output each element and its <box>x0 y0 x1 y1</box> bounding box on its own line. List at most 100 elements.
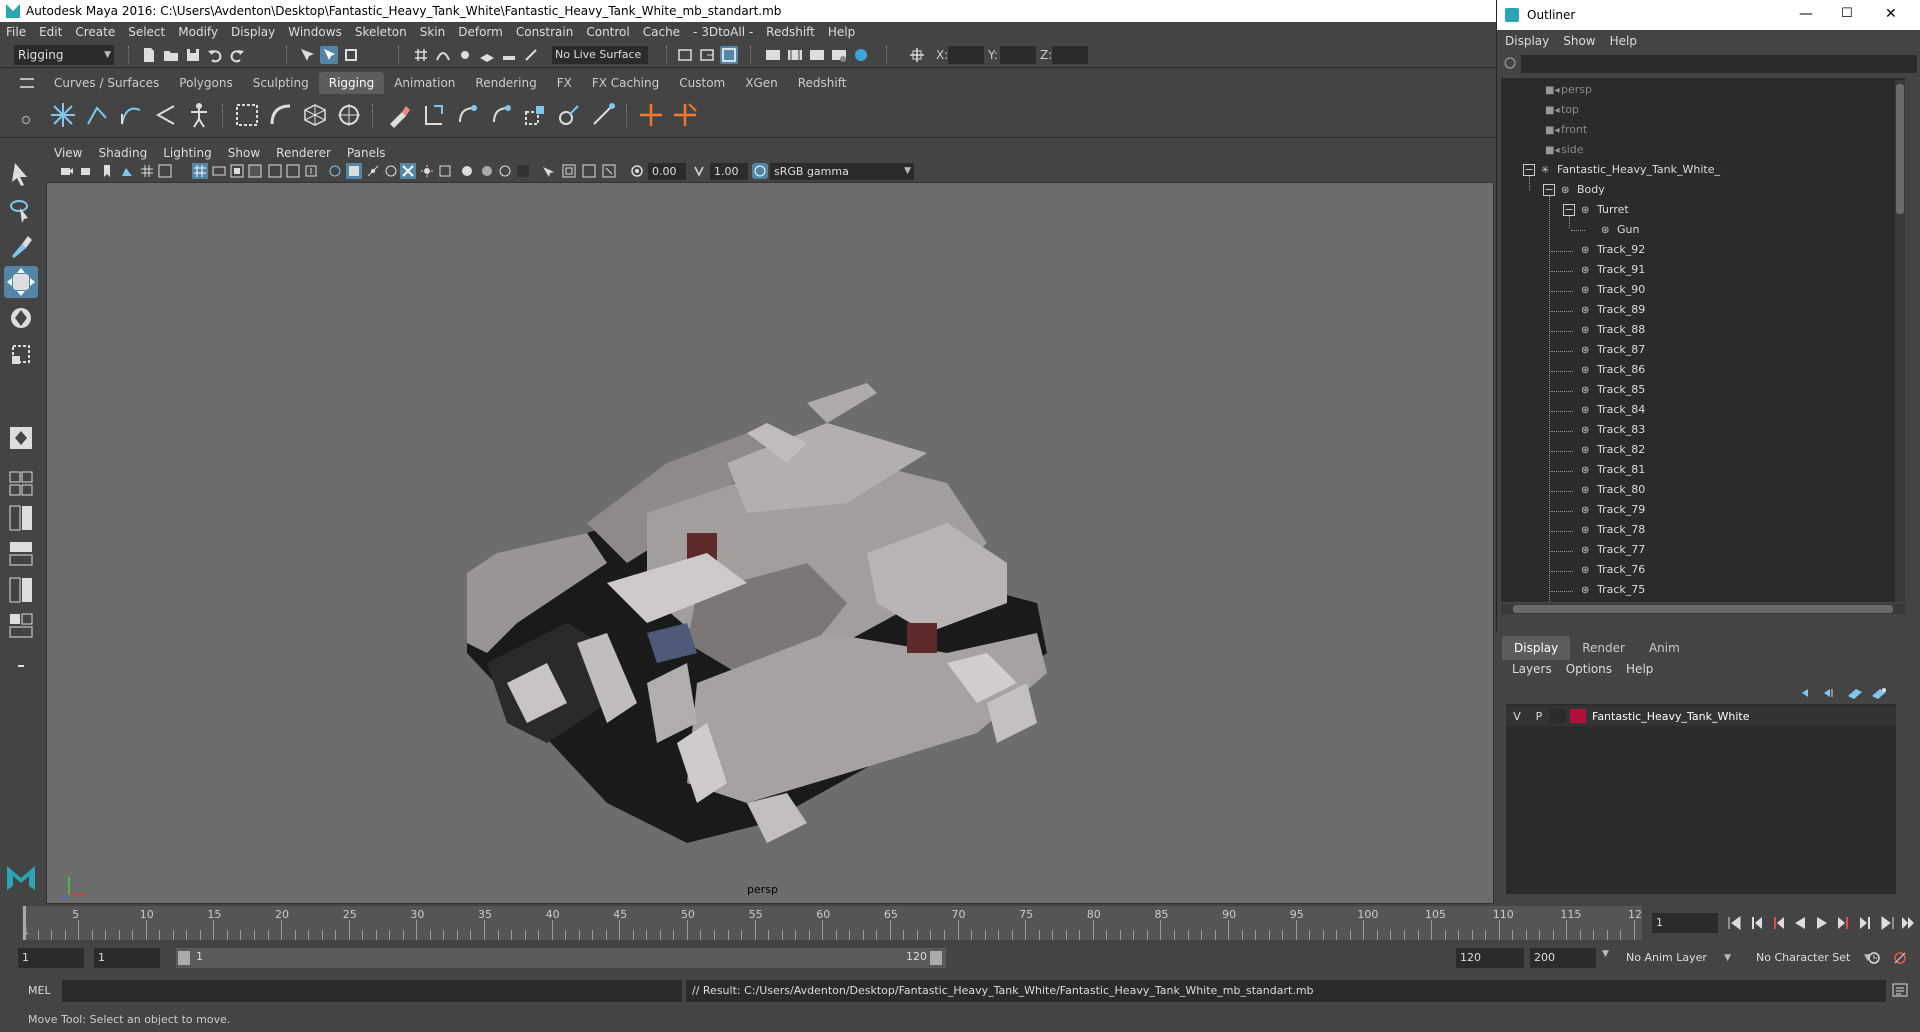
anti-alias-icon[interactable] <box>480 164 494 178</box>
outliner-node-track[interactable]: ⊛ Track_90 <box>1581 280 1645 300</box>
paint-select-tool-icon[interactable] <box>4 230 38 262</box>
camera-lock-icon[interactable] <box>80 164 94 178</box>
panel-menu-renderer[interactable]: Renderer <box>276 146 331 160</box>
undo-icon[interactable] <box>206 46 224 64</box>
lasso-tool-icon[interactable] <box>4 194 38 226</box>
smooth-shade-icon[interactable] <box>212 164 226 178</box>
joint-tool-icon[interactable] <box>48 100 78 130</box>
step-back-frame-icon[interactable] <box>1770 915 1786 931</box>
command-input[interactable] <box>62 980 682 1002</box>
menu-file[interactable]: File <box>6 25 26 39</box>
panel-menu-show[interactable]: Show <box>228 146 260 160</box>
shelf-menu-icon[interactable] <box>20 78 34 88</box>
outliner-filter-icon[interactable] <box>1503 56 1517 70</box>
snap-curve-icon[interactable] <box>434 46 452 64</box>
toolbox-more-icon[interactable] <box>4 650 38 674</box>
panel-menu-panels[interactable]: Panels <box>347 146 386 160</box>
open-scene-icon[interactable] <box>162 46 180 64</box>
move-tool-icon[interactable] <box>4 266 38 298</box>
render-view-icon[interactable] <box>764 46 782 64</box>
expand-body-toggle[interactable]: − <box>1543 184 1555 196</box>
shelf-tab-rendering[interactable]: Rendering <box>465 72 546 94</box>
ik-handle-icon[interactable] <box>82 100 112 130</box>
snap-grid-icon[interactable] <box>412 46 430 64</box>
layer-tab-render[interactable]: Render <box>1570 636 1637 660</box>
layer-row[interactable]: V P Fantastic_Heavy_Tank_White <box>1506 706 1896 726</box>
outliner-node-body[interactable]: ⊛ Body <box>1561 180 1605 200</box>
step-forward-key-icon[interactable] <box>1858 915 1874 931</box>
bind-skin-icon[interactable] <box>232 100 262 130</box>
snap-surface-icon[interactable] <box>500 46 518 64</box>
new-layer-icon[interactable] <box>1846 686 1864 700</box>
xray-icon[interactable] <box>346 163 362 179</box>
menu-edit[interactable]: Edit <box>39 25 62 39</box>
select-component-icon[interactable] <box>342 46 360 64</box>
anim-layer-chevron-icon[interactable]: ▼ <box>1602 949 1609 959</box>
outliner-node-root[interactable]: ✳ Fantastic_Heavy_Tank_White_ <box>1541 160 1720 180</box>
humanik-icon[interactable] <box>184 100 214 130</box>
menu-modify[interactable]: Modify <box>178 25 218 39</box>
go-to-start-icon[interactable] <box>1726 915 1742 931</box>
layer-menu-options[interactable]: Options <box>1566 662 1612 676</box>
shelf-tab-xgen[interactable]: XGen <box>735 72 788 94</box>
move-layer-down-icon[interactable] <box>1820 686 1836 700</box>
outliner-node-track[interactable]: ⊛ Track_84 <box>1581 400 1645 420</box>
current-frame-field[interactable]: 1 <box>1652 913 1718 933</box>
lights-icon[interactable] <box>268 164 282 178</box>
shadows-icon[interactable] <box>286 164 300 178</box>
save-scene-icon[interactable] <box>184 46 202 64</box>
range-slider-right-handle[interactable] <box>930 951 942 965</box>
layer-color-swatch[interactable] <box>1570 709 1586 723</box>
expand-turret-toggle[interactable]: − <box>1563 204 1575 216</box>
outliner-camera-side[interactable]: ■◂ side <box>1545 140 1584 160</box>
bookmark-icon[interactable] <box>100 164 114 178</box>
outliner-node-track[interactable]: ⊛ Track_80 <box>1581 480 1645 500</box>
safe-frame-icon[interactable] <box>562 164 576 178</box>
isolate-select-icon[interactable] <box>328 164 342 178</box>
layer-tab-anim[interactable]: Anim <box>1637 636 1692 660</box>
menu-help[interactable]: Help <box>828 25 855 39</box>
move-layer-up-icon[interactable] <box>1798 686 1814 700</box>
snap-plane-icon[interactable] <box>478 46 496 64</box>
paint-weights-icon[interactable] <box>384 100 414 130</box>
depth-of-field-icon[interactable] <box>438 164 452 178</box>
outliner-node-track[interactable]: ⊛ Track_81 <box>1581 460 1645 480</box>
layer-menu-layers[interactable]: Layers <box>1512 662 1552 676</box>
construction-history-icon[interactable] <box>720 46 738 64</box>
layout-single-icon[interactable] <box>4 422 38 454</box>
shelf-tab-fx[interactable]: FX <box>547 72 582 94</box>
scale-tool-icon[interactable] <box>4 338 38 370</box>
go-to-end-icon[interactable] <box>1880 915 1896 931</box>
layer-visibility-toggle[interactable]: V <box>1506 710 1528 723</box>
layer-name[interactable]: Fantastic_Heavy_Tank_White <box>1592 710 1750 723</box>
xray-joints-icon[interactable] <box>366 164 380 178</box>
shelf-tab-sculpting[interactable]: Sculpting <box>243 72 319 94</box>
make-live-icon[interactable] <box>522 46 540 64</box>
mode-dropdown[interactable]: Rigging <box>14 45 114 65</box>
outliner-node-track[interactable]: ⊛ Track_85 <box>1581 380 1645 400</box>
select-object-icon[interactable] <box>320 46 338 64</box>
menu-control[interactable]: Control <box>586 25 629 39</box>
shelf-tab-rigging[interactable]: Rigging <box>318 72 385 94</box>
layout-outliner-icon[interactable] <box>4 538 38 568</box>
playback-start-field[interactable]: 1 <box>94 948 160 968</box>
outliner-node-track[interactable]: ⊛ Track_79 <box>1581 500 1645 520</box>
pole-vector-icon[interactable] <box>588 100 618 130</box>
shelf-tab-animation[interactable]: Animation <box>384 72 465 94</box>
scene-end-field[interactable]: 200 <box>1530 948 1596 968</box>
menu-deform[interactable]: Deform <box>458 25 503 39</box>
shelf-options-icon[interactable] <box>22 116 30 124</box>
shelf-tab-fx-caching[interactable]: FX Caching <box>582 72 669 94</box>
outliner-node-track[interactable]: ⊛ Track_75 <box>1581 580 1645 600</box>
panel-menu-lighting[interactable]: Lighting <box>163 146 212 160</box>
grid-toggle-icon[interactable] <box>140 164 154 178</box>
range-slider-left-handle[interactable] <box>178 951 190 965</box>
scale-constraint-icon[interactable] <box>520 100 550 130</box>
wireframe-toggle-icon[interactable] <box>192 163 208 179</box>
perspective-viewport[interactable]: persp <box>46 182 1494 904</box>
play-backward-icon[interactable] <box>1792 915 1808 931</box>
menu-skin[interactable]: Skin <box>420 25 446 39</box>
film-gate-icon[interactable] <box>158 164 172 178</box>
current-time-marker[interactable] <box>23 906 26 940</box>
color-management-icon[interactable] <box>752 163 768 179</box>
